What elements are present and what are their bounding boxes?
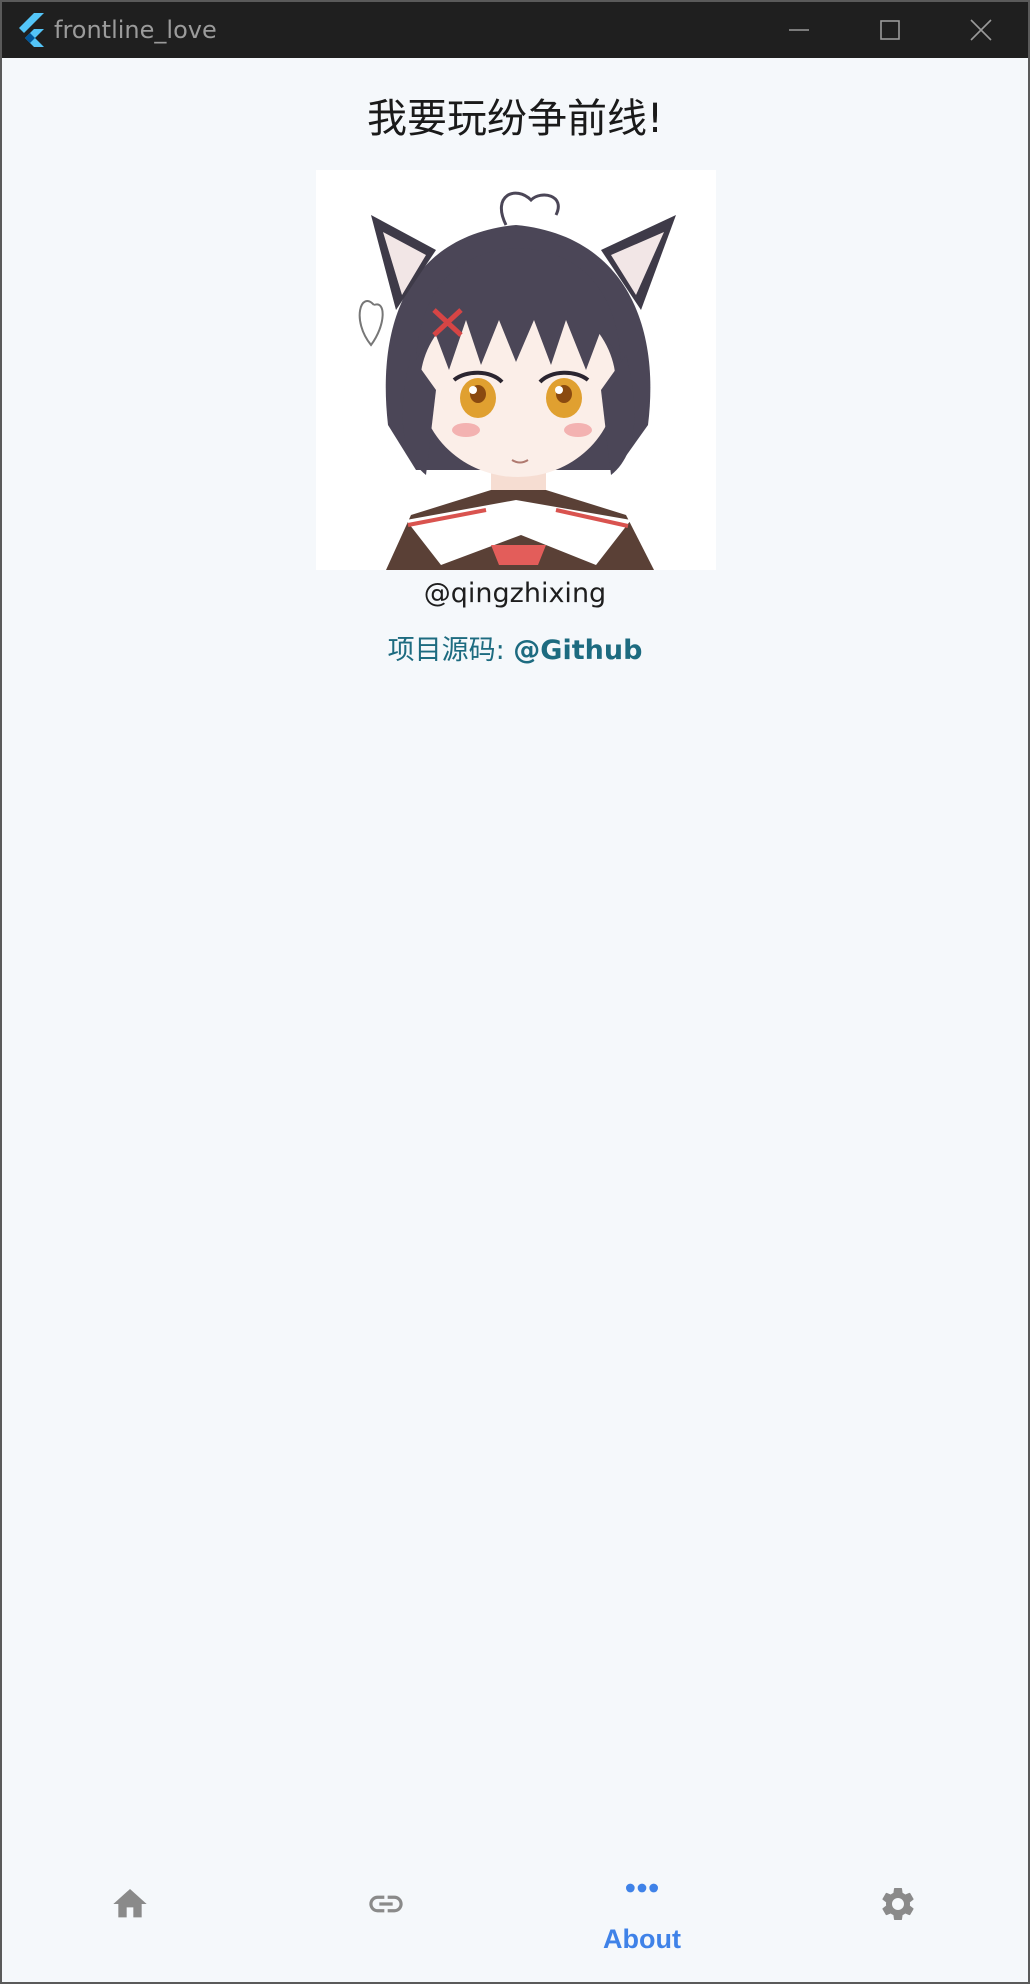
app-window: frontline_love 我要玩纷争前线! @qingzhixing 项目源… xyxy=(0,0,1030,1984)
close-icon xyxy=(970,19,992,41)
nav-item-links[interactable] xyxy=(258,1862,514,1982)
window-title: frontline_love xyxy=(54,16,217,44)
author-handle: @qingzhixing xyxy=(423,578,607,609)
nav-label-about: About xyxy=(603,1924,681,1954)
page-title: 我要玩纷争前线! xyxy=(366,96,664,142)
maximize-button[interactable] xyxy=(847,2,933,58)
gear-icon xyxy=(882,1888,914,1920)
title-bar[interactable]: frontline_love xyxy=(2,2,1028,58)
avatar xyxy=(316,170,716,570)
nav-item-settings[interactable] xyxy=(770,1862,1026,1982)
nav-item-home[interactable] xyxy=(2,1862,258,1982)
flutter-logo-icon xyxy=(19,13,44,47)
close-button[interactable] xyxy=(938,2,1024,58)
nav-item-about[interactable]: About xyxy=(514,1862,770,1982)
minimize-icon xyxy=(789,29,809,31)
about-page: 我要玩纷争前线! @qingzhixing 项目源码: @Github xyxy=(2,58,1028,1858)
avatar-illustration xyxy=(316,170,716,570)
more-horizontal-icon xyxy=(626,1883,658,1893)
minimize-button[interactable] xyxy=(756,2,842,58)
link-icon xyxy=(369,1895,403,1913)
home-icon xyxy=(113,1889,147,1918)
source-label: 项目源码: xyxy=(387,635,514,666)
github-link[interactable]: @Github xyxy=(513,635,642,666)
source-line: 项目源码: @Github xyxy=(2,628,1028,667)
bottom-navigation: About xyxy=(2,1862,1028,1982)
maximize-icon xyxy=(880,20,900,40)
